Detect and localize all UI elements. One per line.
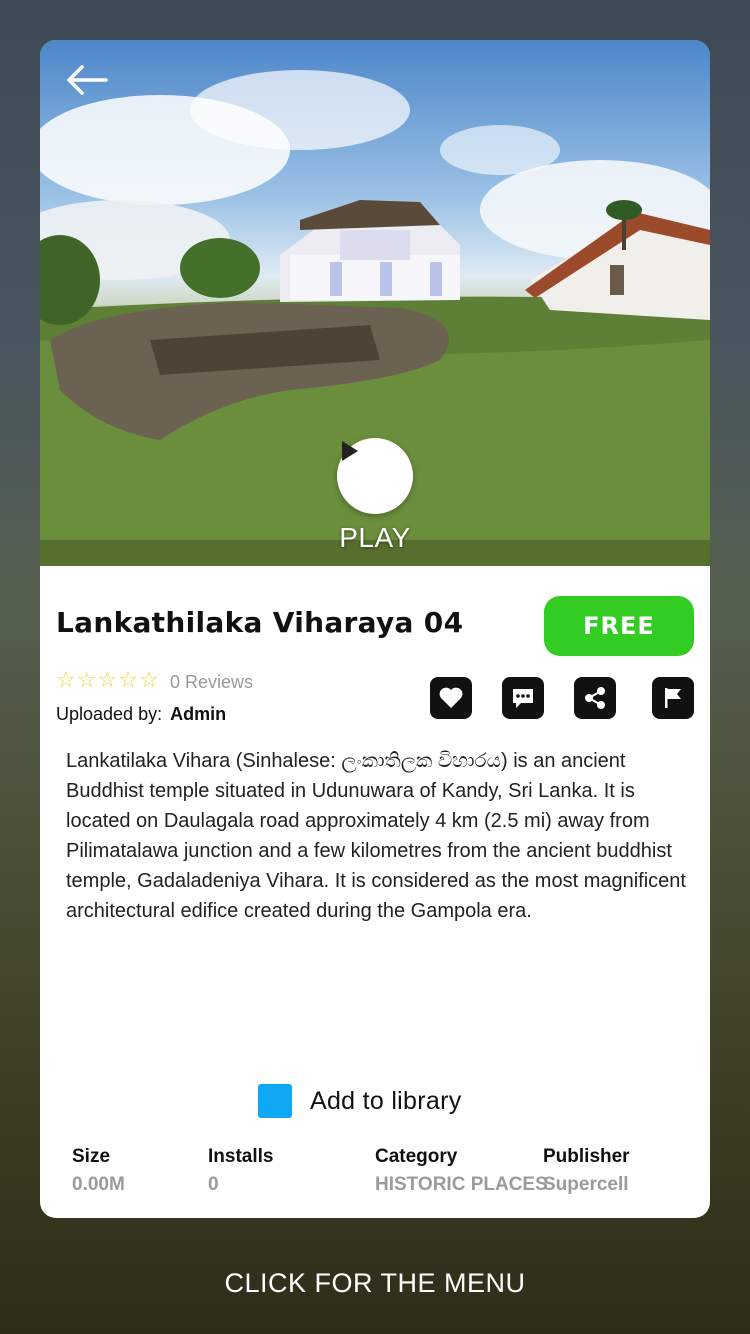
reviews-count[interactable]: 0 Reviews xyxy=(170,672,253,693)
uploaded-by-label: Uploaded by: xyxy=(56,704,163,724)
comment-icon xyxy=(513,689,533,708)
menu-link[interactable]: CLICK FOR THE MENU xyxy=(0,1268,750,1299)
free-button[interactable]: FREE xyxy=(544,596,694,656)
star-empty-icon[interactable]: ☆ xyxy=(97,670,117,692)
stat-installs-label: Installs xyxy=(208,1146,274,1167)
stat-size-value: 0.00M xyxy=(72,1174,125,1195)
stat-size-label: Size xyxy=(72,1146,111,1167)
comment-button[interactable] xyxy=(502,677,544,719)
uploader-name: Admin xyxy=(170,704,227,724)
play-label[interactable]: PLAY xyxy=(40,522,710,554)
uploader-row: Uploaded by: Admin xyxy=(56,704,226,725)
stat-installs-value: 0 xyxy=(208,1174,219,1195)
add-to-library-toggle[interactable]: Add to library xyxy=(258,1084,462,1118)
heart-icon xyxy=(439,687,463,708)
arrow-left-icon xyxy=(67,65,108,95)
stat-category-label: Category xyxy=(375,1146,458,1167)
report-button[interactable] xyxy=(652,677,694,719)
star-empty-icon[interactable]: ☆ xyxy=(56,670,76,692)
back-button[interactable] xyxy=(62,62,112,98)
play-icon xyxy=(342,441,358,461)
stat-publisher-label: Publisher xyxy=(543,1146,630,1167)
flag-icon xyxy=(665,688,681,708)
panorama-preview[interactable]: PLAY xyxy=(40,40,710,566)
stat-installs: Installs 0 xyxy=(208,1146,273,1196)
item-title: Lankathilaka Viharaya 04 xyxy=(56,606,464,639)
stat-publisher-value: Supercell xyxy=(543,1174,629,1195)
stat-category-value: HISTORIC PLACES xyxy=(375,1174,548,1195)
favorite-button[interactable] xyxy=(430,677,472,719)
play-button[interactable] xyxy=(337,438,413,514)
rating-stars[interactable]: ☆ ☆ ☆ ☆ ☆ xyxy=(56,670,159,692)
stat-category: Category HISTORIC PLACES xyxy=(375,1146,548,1196)
share-icon xyxy=(585,687,605,709)
star-empty-icon[interactable]: ☆ xyxy=(77,670,97,692)
star-empty-icon[interactable]: ☆ xyxy=(118,670,138,692)
stat-size: Size 0.00M xyxy=(72,1146,125,1196)
library-checkbox[interactable] xyxy=(258,1084,292,1118)
stat-publisher: Publisher Supercell xyxy=(543,1146,630,1196)
library-label[interactable]: Add to library xyxy=(310,1087,462,1116)
item-card: PLAY Lankathilaka Viharaya 04 FREE ☆ ☆ ☆… xyxy=(40,40,710,1218)
star-empty-icon[interactable]: ☆ xyxy=(139,670,159,692)
share-button[interactable] xyxy=(574,677,616,719)
item-description: Lankatilaka Vihara (Sinhalese: ලංකාතිලක … xyxy=(66,750,686,922)
